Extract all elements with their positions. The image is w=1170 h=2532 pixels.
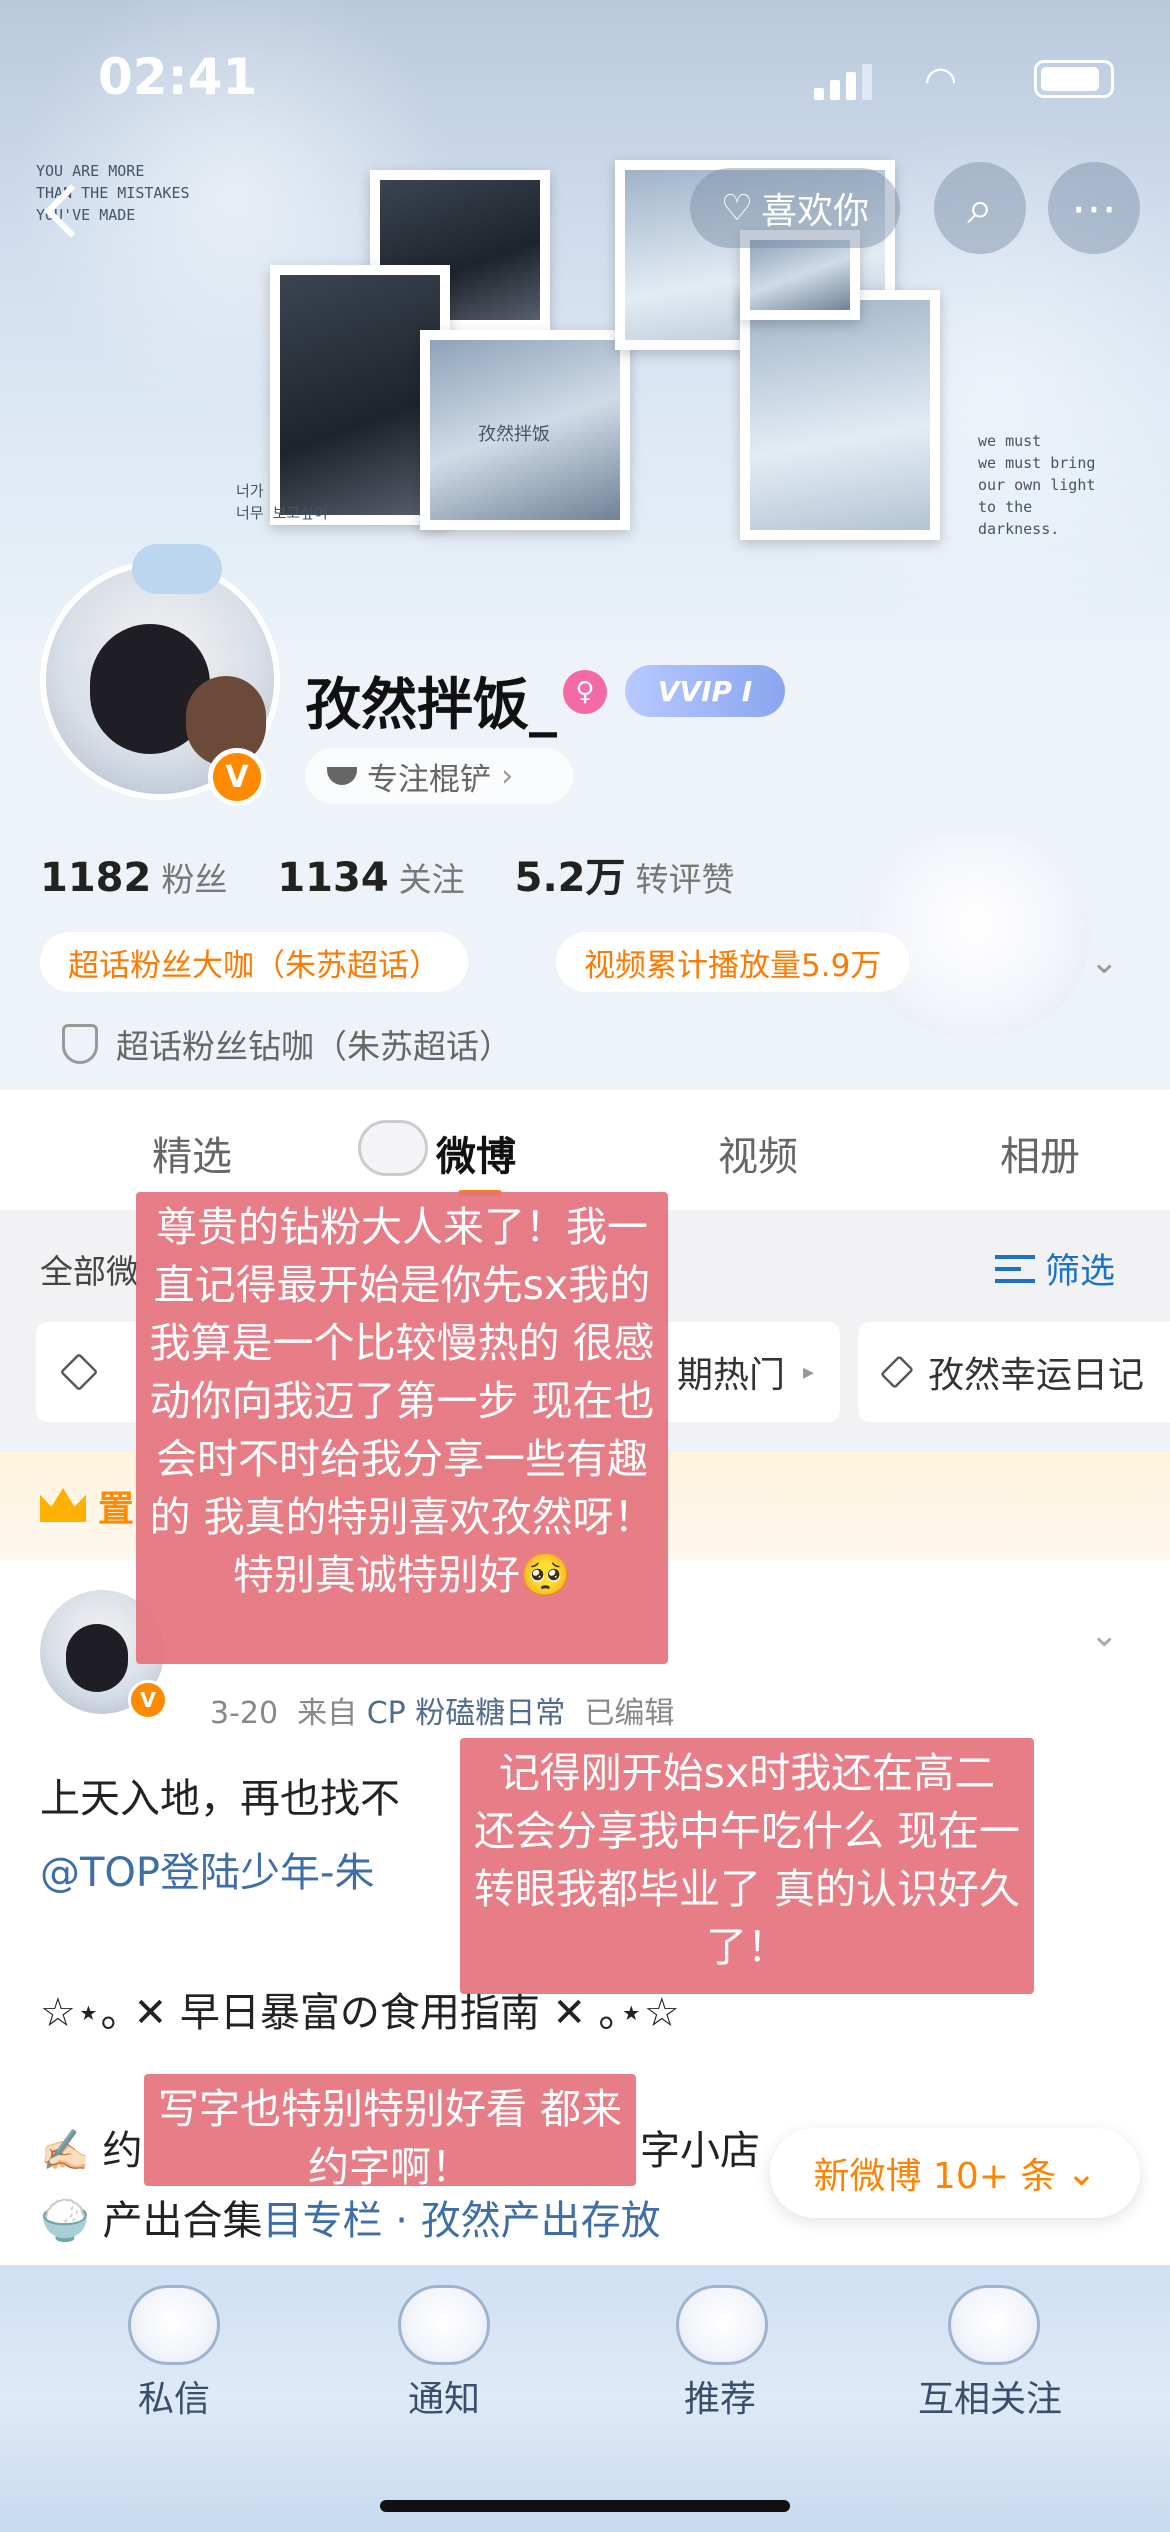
battery-icon [1034,60,1114,98]
fan-badge[interactable]: 超话粉丝大咖（朱苏超话） [40,932,468,992]
video-plays-badge[interactable]: 视频累计播放量5.9万 [556,932,910,992]
post-text-line: 🍚 产出合集目专栏 · 孜然产出存放 [40,2198,661,2244]
female-icon: ♀ [563,670,607,714]
status-time: 02:41 [98,48,258,106]
back-button[interactable] [34,170,94,250]
bowl-icon [327,767,357,785]
post-meta: 3-20 来自 CP 粉磕糖日常 已编辑 [210,1696,675,1731]
banner-photo [740,290,940,540]
post-text-line: 字小店 [640,2128,760,2174]
nav-notifications[interactable]: 通知 [408,2370,480,2422]
tab-featured[interactable]: 精选 [152,1124,232,1182]
chevron-down-icon[interactable]: ⌄ [1090,942,1119,982]
profile-tag[interactable]: 专注棍铲 › [305,748,573,804]
stat-likes[interactable]: 5.2万 转评赞 [515,845,735,903]
post-text-line: 上天入地，再也找不 [40,1776,400,1822]
story-caption: 写字也特别特别好看 都来约字啊！ [144,2074,636,2191]
chevron-right-icon: › [501,758,514,794]
more-button[interactable]: ⋯ [1048,162,1140,254]
nav-messages[interactable]: 私信 [138,2370,210,2422]
double-chevron-down-icon: ⌄ [1066,2152,1097,2194]
vip-badge[interactable]: VVIP I [625,665,785,717]
banner-quote-right: we must we must bring our own light to t… [978,432,1096,538]
tab-weibo[interactable]: 微博 [436,1124,516,1182]
username: 孜然拌饭_ [305,673,557,738]
search-icon: ⌕ [967,180,993,234]
wifi-icon: ◠ [924,58,958,102]
layers-icon [59,1352,99,1392]
status-icons: ◠ [814,56,1114,102]
like-button[interactable]: ♡ 喜欢你 [690,168,900,248]
banner-korean-text: 너가 너무 보고싶어 [236,482,328,522]
messages-icon [128,2285,220,2365]
stat-followers[interactable]: 1182 粉丝 [40,853,227,901]
pinned-label: 置 [98,1489,135,1530]
mascot-sticker [860,835,1090,1035]
layers-icon [880,1355,914,1389]
all-posts-label[interactable]: 全部微 [40,1245,139,1293]
profile-stats: 1182 粉丝 1134 关注 5.2万 转评赞 [40,845,735,903]
like-icon: ♡ [720,187,754,229]
nav-mutual-follow[interactable]: 互相关注 [918,2370,1062,2422]
recommend-icon [676,2285,768,2365]
verified-badge-icon: V [128,1680,168,1720]
post-column-link[interactable]: 目专栏 · 孜然产出存放 [263,2198,661,2244]
tab-video[interactable]: 视频 [718,1124,798,1182]
story-caption: 尊贵的钻粉大人来了！我一直记得最开始是你先sx我的 我算是一个比较慢热的 很感动… [136,1192,668,1664]
story-caption: 记得刚开始sx时我还在高二 还会分享我中午吃什么 现在一转眼我都毕业了 真的认识… [460,1738,1034,1994]
filter-button[interactable]: 筛选 [995,1243,1115,1294]
new-posts-button[interactable]: 新微博 10+ 条 ⌄ [770,2128,1140,2218]
tab-album[interactable]: 相册 [1000,1124,1080,1182]
signal-icon [814,88,824,100]
diamond-fan-badge[interactable]: 超话粉丝钻咖（朱苏超话） [62,1020,512,1068]
post-mention-link[interactable]: @TOP登陆少年-朱 [40,1840,374,1898]
home-indicator[interactable] [380,2500,790,2512]
chip-lucky-diary[interactable]: 孜然幸运日记 [858,1322,1170,1422]
notifications-icon [398,2285,490,2365]
banner-center-text: 孜然拌饭 [478,424,550,445]
tab-mascot-icon [358,1120,428,1176]
filter-icon [995,1254,1035,1283]
post-menu-icon[interactable]: ⌄ [1090,1615,1119,1655]
more-icon: ⋯ [1071,181,1117,235]
caret-right-icon: ▸ [802,1359,814,1385]
verified-badge-icon: V [208,748,266,806]
post-source-link[interactable]: CP 粉磕糖日常 [367,1696,566,1731]
shield-icon [62,1024,98,1064]
nav-recommend[interactable]: 推荐 [684,2370,756,2422]
stat-following[interactable]: 1134 关注 [277,853,464,901]
mutual-follow-icon [948,2285,1040,2365]
search-button[interactable]: ⌕ [934,162,1026,254]
post-text-line: ✍🏻 约 [40,2128,143,2174]
